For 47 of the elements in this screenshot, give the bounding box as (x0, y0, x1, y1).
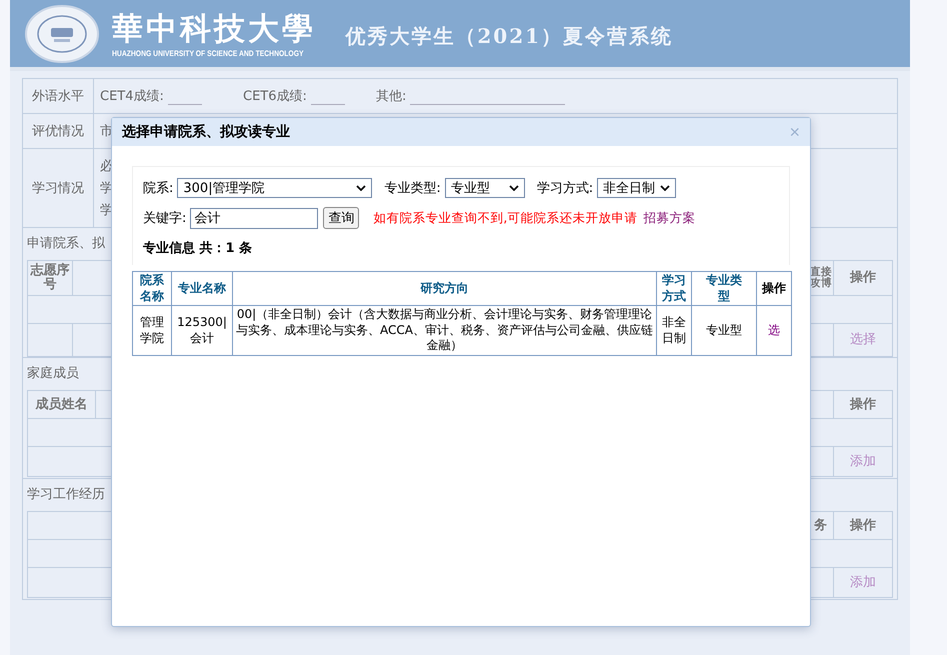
field-label: CET6成绩: (243, 88, 307, 105)
filter-label: 关键字: (143, 210, 186, 227)
column-header: 专业名称 (172, 272, 232, 306)
column-header: 操作 (848, 269, 877, 288)
dropdown[interactable]: 非全日制 (597, 178, 676, 198)
column-header: 操作 (756, 272, 792, 306)
caret-icon (508, 185, 519, 191)
dialog-title: 选择申请院系、拟攻读专业 (122, 123, 291, 141)
column-header: 院系名称 (132, 272, 172, 306)
caret-icon (660, 185, 670, 191)
section-title: 学习工作经历 (27, 486, 105, 503)
keyword-field[interactable]: 会计 (190, 208, 318, 228)
column-header: 学习方式 (656, 272, 692, 306)
table-cell: 管理学院 (132, 306, 172, 356)
select-link[interactable]: 选 (768, 322, 780, 337)
system-title: 优秀大学生（2021）夏令营系统 (345, 23, 674, 50)
table-cell: 125300|会计 (172, 306, 232, 356)
row-label: 学习情况 (23, 149, 94, 227)
column-header: 操作 (848, 396, 877, 414)
table-cell: 非全日制 (656, 306, 692, 356)
logo-icon (24, 4, 100, 64)
field-label: 其他: (376, 88, 406, 105)
row-label: 外语水平 (23, 79, 94, 113)
section-title: 申请院系、拟 (27, 235, 105, 252)
field-label: CET4成绩: (100, 88, 164, 105)
filter-label: 院系: (143, 180, 174, 197)
table-cell: 00|（非全日制）会计（含大数据与商业分析、会计理论与实务、财务管理理论与实务、成本理论与实务、ACCA、审计、税务、资产评估与公司金融、供应链金融） (232, 306, 656, 356)
column-header: 志愿序号 (28, 261, 73, 295)
school-name: 華中科技大學 (112, 10, 317, 49)
award-text: 市 (100, 123, 113, 140)
column-header: 操作 (848, 516, 877, 535)
search-button[interactable]: 查询 (323, 207, 360, 229)
dropdown[interactable]: 专业型 (444, 178, 525, 198)
recruitment-link[interactable]: 招募方案 (643, 210, 696, 226)
column-header: 成员姓名 (28, 391, 96, 418)
school-name-english: HUAZHONG UNIVERSITY OF SCIENCE AND TECHNOLOGY (112, 49, 304, 58)
row-label: 评优情况 (23, 114, 94, 148)
table-cell: 专业型 (692, 306, 756, 356)
filter-label: 专业类型: (384, 180, 441, 197)
column-header: 专业类型 (692, 272, 756, 306)
dropdown[interactable]: 300|管理学院 (177, 178, 372, 198)
column-header: 研究方向 (232, 272, 656, 306)
notice-text: 如有院系专业查询不到,可能院系还未开放申请 (373, 210, 638, 226)
section-title: 家庭成员 (27, 365, 79, 382)
result-count: 专业信息 共：1 条 (143, 240, 254, 257)
filter-label: 学习方式: (536, 180, 594, 197)
caret-icon (356, 185, 366, 191)
